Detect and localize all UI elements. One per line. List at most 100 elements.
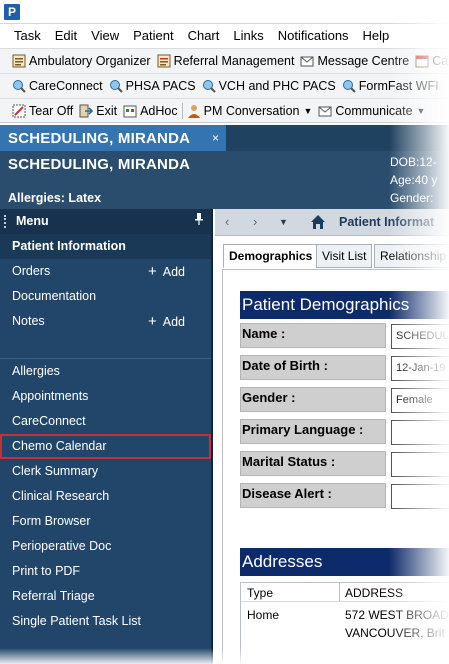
menu-edit[interactable]: Edit — [48, 25, 84, 47]
sidebar-item-print-to-pdf[interactable]: Print to PDF — [0, 559, 211, 584]
sidebar-item-documentation[interactable]: Documentation — [0, 284, 211, 309]
content-header: ‹ › ▼ Patient Informat — [215, 209, 449, 236]
careconnect-link-button[interactable]: CareConnect — [12, 79, 103, 93]
grip-icon[interactable] — [4, 215, 6, 228]
tab-visit-list[interactable]: Visit List — [316, 244, 373, 268]
row-divider — [241, 601, 449, 602]
tab-demographics[interactable]: Demographics — [223, 244, 319, 268]
sidebar-item-referral-triage[interactable]: Referral Triage — [0, 584, 211, 609]
referral-management-button[interactable]: Referral Management — [157, 54, 294, 68]
menu-links[interactable]: Links — [226, 25, 270, 47]
sidebar-item-clinical-research[interactable]: Clinical Research — [0, 484, 211, 509]
ambulatory-organizer-label: Ambulatory Organizer — [29, 54, 151, 68]
sidebar-item-single-patient-task-list[interactable]: Single Patient Task List — [0, 609, 211, 634]
menu-help[interactable]: Help — [356, 25, 397, 47]
sidebar-item-form-browser[interactable]: Form Browser — [0, 509, 211, 534]
sidebar-item-appointments[interactable]: Appointments — [0, 384, 211, 409]
gender-field-label: Gender : — [240, 387, 386, 412]
plus-icon: + — [148, 313, 157, 330]
marital-status-field[interactable] — [391, 452, 449, 477]
message-centre-button[interactable]: Message Centre — [300, 54, 409, 68]
dob-field-label: Date of Birth : — [240, 355, 386, 380]
calendar-button[interactable]: Ca — [415, 54, 448, 68]
ambulatory-organizer-button[interactable]: Ambulatory Organizer — [12, 54, 151, 68]
dob-field[interactable]: 12-Jan-19 — [391, 356, 449, 381]
menu-bar: Task Edit View Patient Chart Links Notif… — [0, 24, 449, 48]
menu-title: Menu — [16, 214, 49, 228]
dob-label: DOB:12- — [390, 155, 437, 169]
sidebar-item-label: Clerk Summary — [12, 464, 99, 478]
address-type-cell: Home — [247, 608, 280, 622]
addresses-table: Type ADDRESS Home 572 WEST BROADW VANCOU… — [240, 582, 449, 664]
sidebar-item-orders[interactable]: Orders + Add — [0, 259, 211, 284]
menu-chart[interactable]: Chart — [181, 25, 227, 47]
sidebar-item-perioperative-doc[interactable]: Perioperative Doc — [0, 534, 211, 559]
content-pane: ‹ › ▼ Patient Informat Demographics Visi… — [215, 209, 449, 664]
sidebar-item-label: Single Patient Task List — [12, 614, 142, 628]
sidebar-item-label: Form Browser — [12, 514, 91, 528]
sidebar-item-label: Notes — [12, 314, 45, 328]
allergies-label: Allergies: Latex — [8, 191, 102, 205]
sidebar-item-label: Print to PDF — [12, 564, 81, 578]
vch-phc-pacs-link-button[interactable]: VCH and PHC PACS — [202, 79, 336, 93]
adhoc-button[interactable]: AdHoc — [123, 104, 178, 118]
communicate-button[interactable]: Communicate ▼ — [318, 104, 425, 118]
back-arrow-icon[interactable]: ‹ — [225, 214, 229, 229]
tear-off-icon — [12, 104, 26, 118]
communicate-label: Communicate — [335, 103, 413, 118]
tab-relationship[interactable]: Relationship — [374, 244, 449, 268]
sidebar-item-allergies[interactable]: Allergies — [0, 359, 211, 384]
phsa-pacs-link-button[interactable]: PHSA PACS — [109, 79, 196, 93]
gender-label: Gender: — [390, 191, 434, 205]
demographics-form: Patient Demographics Name : SCHEDUL Date… — [222, 269, 449, 664]
pm-conversation-button[interactable]: PM Conversation ▼ — [187, 104, 313, 118]
column-header-address: ADDRESS — [345, 586, 404, 600]
menu-patient[interactable]: Patient — [126, 25, 180, 47]
vch-phc-pacs-link-label: VCH and PHC PACS — [218, 79, 336, 93]
menu-view[interactable]: View — [84, 25, 126, 47]
address-line2-cell: VANCOUVER, Brit — [345, 626, 445, 640]
careconnect-link-label: CareConnect — [29, 79, 103, 93]
chevron-down-icon: ▼ — [303, 105, 313, 116]
sidebar-item-chemo-calendar[interactable]: Chemo Calendar — [0, 434, 211, 459]
gender-field[interactable]: Female — [391, 388, 449, 413]
formfast-wfi-link-button[interactable]: FormFast WFI — [342, 79, 439, 93]
content-tabs: Demographics Visit List Relationship — [215, 236, 449, 269]
exit-button[interactable]: Exit — [79, 104, 117, 118]
referral-icon — [157, 54, 171, 68]
sidebar-item-label: Orders — [12, 264, 51, 278]
sidebar-item-label: CareConnect — [12, 414, 86, 428]
close-icon[interactable]: × — [212, 131, 219, 145]
add-note-button[interactable]: + Add — [148, 309, 185, 335]
menu-notifications[interactable]: Notifications — [271, 25, 356, 47]
patient-banner: SCHEDULING, MIRANDA × SCHEDULING, MIRAND… — [0, 125, 449, 209]
tear-off-button[interactable]: Tear Off — [12, 104, 73, 118]
sidebar-menu: Menu Patient Information Orders + Add Doc… — [0, 209, 213, 664]
sidebar-item-label: Chemo Calendar — [12, 439, 107, 453]
age-label: Age:40 y — [390, 173, 438, 187]
column-divider — [339, 583, 340, 601]
menu-header: Menu — [0, 209, 211, 234]
adhoc-label: AdHoc — [140, 103, 178, 118]
home-icon[interactable] — [309, 213, 327, 231]
sidebar-item-label: Patient Information — [12, 239, 126, 253]
communicate-icon — [318, 104, 332, 118]
history-dropdown-icon[interactable]: ▼ — [279, 217, 288, 227]
primary-language-field[interactable] — [391, 420, 449, 445]
name-field[interactable]: SCHEDUL — [391, 324, 449, 349]
disease-alert-field[interactable] — [391, 484, 449, 509]
sidebar-item-patient-information[interactable]: Patient Information — [0, 234, 211, 259]
add-order-button[interactable]: + Add — [148, 259, 185, 285]
address-line1-cell: 572 WEST BROADW — [345, 608, 449, 622]
sidebar-item-clerk-summary[interactable]: Clerk Summary — [0, 459, 211, 484]
calendar-label: Ca — [432, 54, 449, 68]
sidebar-item-careconnect[interactable]: CareConnect — [0, 409, 211, 434]
pin-icon[interactable] — [194, 213, 204, 228]
exit-label: Exit — [96, 103, 118, 118]
sidebar-item-label: Clinical Research — [12, 489, 110, 503]
sidebar-item-notes[interactable]: Notes + Add — [0, 309, 211, 334]
formfast-wfi-link-label: FormFast WFI — [358, 79, 439, 93]
forward-arrow-icon[interactable]: › — [253, 214, 257, 229]
patient-tab[interactable]: SCHEDULING, MIRANDA × — [0, 125, 226, 151]
menu-task[interactable]: Task — [0, 25, 48, 47]
